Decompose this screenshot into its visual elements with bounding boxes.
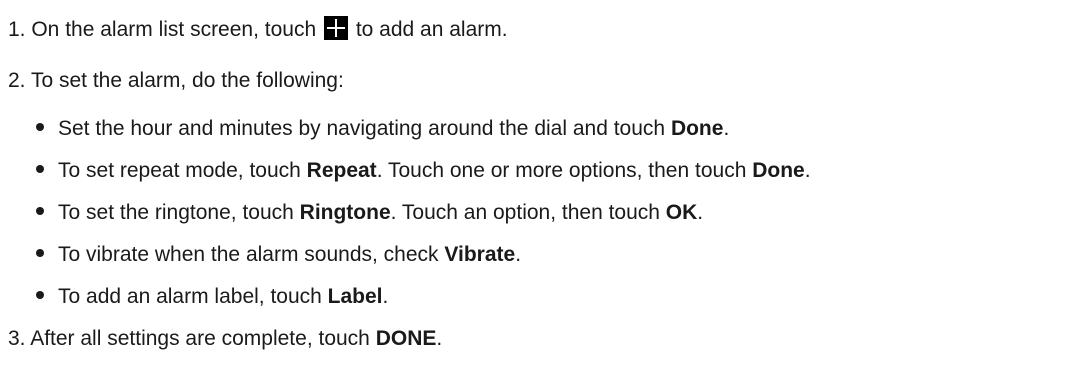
bullet-text: To add an alarm label, touch bbox=[58, 285, 328, 308]
bullet-item-label: To add an alarm label, touch Label. bbox=[36, 284, 388, 310]
bullet-text: To set repeat mode, touch bbox=[58, 159, 307, 182]
bullet-keyword: Ringtone bbox=[299, 201, 391, 224]
bullet-text: . bbox=[382, 285, 389, 308]
bullet-keyword: Vibrate bbox=[444, 243, 516, 266]
bullet-keyword: Repeat bbox=[306, 159, 377, 182]
step-1: 1. On the alarm list screen, touch to ad… bbox=[8, 16, 508, 43]
bullet-text: . Touch an option, then touch bbox=[390, 201, 666, 224]
step-1-text-before: 1. On the alarm list screen, touch bbox=[8, 18, 322, 41]
bullet-keyword: Done bbox=[752, 159, 805, 182]
bullet-keyword: OK bbox=[665, 201, 698, 224]
bullet-text: To set the ringtone, touch bbox=[58, 201, 300, 224]
bullet-item-repeat: To set repeat mode, touch Repeat. Touch … bbox=[36, 158, 811, 184]
bullet-text: . bbox=[515, 243, 522, 266]
bullet-dot-icon bbox=[36, 207, 44, 216]
step-1-text-after: to add an alarm. bbox=[349, 18, 508, 41]
step-3-keyword: DONE bbox=[375, 327, 437, 350]
instructions-document: 1. On the alarm list screen, touch to ad… bbox=[0, 0, 1086, 367]
bullet-item-vibrate: To vibrate when the alarm sounds, check … bbox=[36, 242, 521, 268]
step-3-text-before: 3. After all settings are complete, touc… bbox=[8, 327, 376, 350]
bullet-item-set-time: Set the hour and minutes by navigating a… bbox=[36, 116, 729, 142]
step-3-text-after: . bbox=[436, 327, 443, 350]
bullet-dot-icon bbox=[36, 165, 44, 174]
step-3: 3. After all settings are complete, touc… bbox=[8, 326, 442, 352]
plus-icon bbox=[323, 16, 348, 41]
bullet-text: . bbox=[697, 201, 704, 224]
bullet-text: Set the hour and minutes by navigating a… bbox=[58, 117, 671, 140]
step-2-text: 2. To set the alarm, do the following: bbox=[8, 69, 344, 92]
bullet-dot-icon bbox=[36, 123, 44, 132]
bullet-text: . bbox=[723, 117, 730, 140]
bullet-text: To vibrate when the alarm sounds, check bbox=[58, 243, 445, 266]
bullet-item-ringtone: To set the ringtone, touch Ringtone. Tou… bbox=[36, 200, 703, 226]
bullet-text: . Touch one or more options, then touch bbox=[376, 159, 753, 182]
bullet-dot-icon bbox=[36, 291, 44, 300]
bullet-dot-icon bbox=[36, 249, 44, 258]
bullet-keyword: Done bbox=[670, 117, 724, 140]
step-2: 2. To set the alarm, do the following: bbox=[8, 68, 344, 94]
bullet-keyword: Label bbox=[327, 285, 383, 308]
bullet-text: . bbox=[804, 159, 811, 182]
